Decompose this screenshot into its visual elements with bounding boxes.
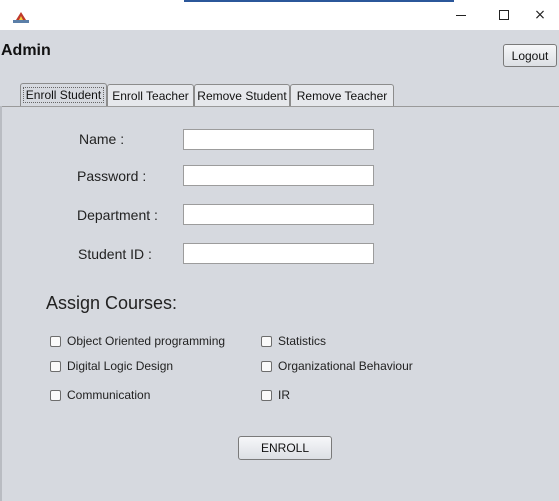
department-label: Department : <box>77 207 158 223</box>
checkbox-icon[interactable] <box>261 389 272 401</box>
tab-label: Enroll Student <box>22 87 105 103</box>
tab-label: Remove Student <box>197 88 287 103</box>
maximize-button[interactable] <box>484 0 524 30</box>
password-label: Password : <box>77 168 147 184</box>
course-checkbox-org-behaviour[interactable]: Organizational Behaviour <box>261 358 413 374</box>
tab-label: Enroll Teacher <box>112 88 189 103</box>
course-label: Organizational Behaviour <box>278 359 413 373</box>
name-input[interactable] <box>183 129 374 150</box>
checkbox-icon[interactable] <box>261 360 272 372</box>
name-label: Name : <box>79 131 125 147</box>
course-label: Statistics <box>278 334 327 348</box>
checkbox-icon[interactable] <box>50 335 61 347</box>
java-app-icon <box>13 12 29 23</box>
maximize-icon <box>499 10 509 20</box>
tab-enroll-teacher[interactable]: Enroll Teacher <box>107 84 194 106</box>
tab-panel-border <box>0 106 559 107</box>
course-checkbox-ir[interactable]: IR <box>261 387 290 403</box>
close-icon: × <box>534 7 546 23</box>
course-checkbox-digital-logic[interactable]: Digital Logic Design <box>50 358 173 374</box>
minimize-button[interactable] <box>441 0 481 30</box>
password-input[interactable] <box>183 165 374 186</box>
checkbox-icon[interactable] <box>261 335 272 347</box>
panel-left-edge <box>0 106 2 501</box>
admin-window: × Admin Logout Enroll Student Enroll Tea… <box>0 0 559 501</box>
course-label: Communication <box>67 388 151 402</box>
assign-courses-title: Assign Courses: <box>46 293 178 313</box>
department-input[interactable] <box>183 204 374 225</box>
logout-button[interactable]: Logout <box>503 44 557 67</box>
course-checkbox-statistics[interactable]: Statistics <box>261 333 326 349</box>
close-button[interactable]: × <box>520 0 559 30</box>
checkbox-icon[interactable] <box>50 360 61 372</box>
tab-enroll-student[interactable]: Enroll Student <box>20 83 107 106</box>
course-label: Object Oriented programming <box>67 334 226 348</box>
tab-remove-student[interactable]: Remove Student <box>194 84 290 106</box>
tab-remove-teacher[interactable]: Remove Teacher <box>290 84 394 106</box>
minimize-icon <box>456 14 466 16</box>
course-label: Digital Logic Design <box>67 359 174 373</box>
checkbox-icon[interactable] <box>50 389 61 401</box>
title-bar-accent <box>184 0 454 2</box>
student-id-input[interactable] <box>183 243 374 264</box>
course-label: IR <box>278 388 290 402</box>
title-bar[interactable]: × <box>0 0 559 30</box>
enroll-button[interactable]: ENROLL <box>238 436 332 460</box>
course-checkbox-communication[interactable]: Communication <box>50 387 150 403</box>
page-title: Admin <box>1 42 51 59</box>
course-checkbox-oop[interactable]: Object Oriented programming <box>50 333 225 349</box>
student-id-label: Student ID : <box>78 246 152 262</box>
tab-label: Remove Teacher <box>296 88 388 103</box>
